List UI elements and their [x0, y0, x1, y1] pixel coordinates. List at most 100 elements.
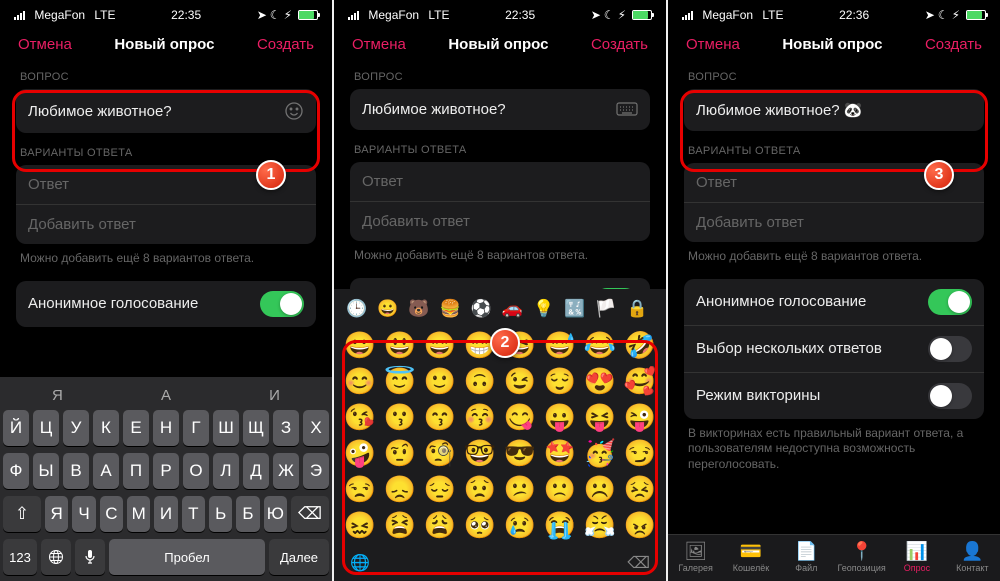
- emoji[interactable]: 😭: [542, 509, 578, 541]
- emoji[interactable]: 😠: [622, 509, 658, 541]
- emoji-icon[interactable]: [284, 101, 304, 121]
- emoji[interactable]: 😢: [502, 509, 538, 541]
- key[interactable]: Ю: [264, 496, 287, 532]
- answer-input[interactable]: Ответ: [350, 162, 650, 202]
- emoji[interactable]: 😍: [582, 365, 618, 397]
- key[interactable]: Б: [236, 496, 259, 532]
- key[interactable]: С: [100, 496, 123, 532]
- emoji[interactable]: 🤩: [542, 437, 578, 469]
- emoji[interactable]: 😔: [422, 473, 458, 505]
- text-keyboard[interactable]: ЯАИ ЙЦУКЕНГШЩЗХ ФЫВАПРОЛДЖЭ ⇧ЯЧСМИТЬБЮ⌫ …: [0, 377, 332, 581]
- emoji[interactable]: 😇: [382, 365, 418, 397]
- emoji[interactable]: 😝: [582, 401, 618, 433]
- emoji[interactable]: 😖: [342, 509, 378, 541]
- key[interactable]: Ц: [33, 410, 59, 446]
- emoji[interactable]: 😏: [622, 437, 658, 469]
- tab-contact[interactable]: 👤Контакт: [945, 541, 1000, 573]
- tab-file[interactable]: 📄Файл: [779, 541, 834, 573]
- question-input[interactable]: Любимое животное?: [16, 89, 316, 133]
- key[interactable]: Ш: [213, 410, 239, 446]
- keyboard-suggestions[interactable]: ЯАИ: [3, 381, 329, 410]
- emoji[interactable]: 😜: [622, 401, 658, 433]
- emoji[interactable]: 😞: [382, 473, 418, 505]
- emoji[interactable]: 🤓: [462, 437, 498, 469]
- create-button[interactable]: Создать: [925, 36, 982, 53]
- emoji[interactable]: 🙂: [422, 365, 458, 397]
- mic-key[interactable]: [75, 539, 105, 575]
- key[interactable]: Ч: [72, 496, 95, 532]
- key[interactable]: Н: [153, 410, 179, 446]
- key[interactable]: П: [123, 453, 149, 489]
- add-answer-button[interactable]: Добавить ответ: [350, 202, 650, 241]
- emoji[interactable]: 😣: [622, 473, 658, 505]
- key[interactable]: Т: [182, 496, 205, 532]
- emoji[interactable]: 😙: [422, 401, 458, 433]
- tab-gallery[interactable]: 🖼Галерея: [668, 541, 723, 573]
- space-key[interactable]: Пробел: [109, 539, 265, 575]
- key[interactable]: Х: [303, 410, 329, 446]
- emoji[interactable]: 🧐: [422, 437, 458, 469]
- question-input[interactable]: Любимое животное?: [350, 89, 650, 130]
- emoji[interactable]: 🥰: [622, 365, 658, 397]
- key[interactable]: Я: [45, 496, 68, 532]
- emoji[interactable]: 😘: [342, 401, 378, 433]
- cancel-button[interactable]: Отмена: [18, 36, 72, 53]
- emoji[interactable]: ☹️: [582, 473, 618, 505]
- key[interactable]: Д: [243, 453, 269, 489]
- emoji[interactable]: 😅: [542, 329, 578, 361]
- question-input[interactable]: Любимое животное? 🐼: [684, 89, 984, 131]
- emoji[interactable]: 😛: [542, 401, 578, 433]
- cancel-button[interactable]: Отмена: [352, 36, 406, 53]
- emoji-categories[interactable]: 🕒😀🐻🍔⚽🚗💡🔣🏳️🔒: [342, 295, 658, 327]
- emoji[interactable]: 😋: [502, 401, 538, 433]
- emoji[interactable]: 😤: [582, 509, 618, 541]
- emoji[interactable]: 😀: [342, 329, 378, 361]
- key[interactable]: Щ: [243, 410, 269, 446]
- emoji[interactable]: 🤣: [622, 329, 658, 361]
- numbers-key[interactable]: 123: [3, 539, 37, 575]
- emoji[interactable]: 😌: [542, 365, 578, 397]
- multi-toggle[interactable]: [928, 336, 972, 362]
- create-button[interactable]: Создать: [257, 36, 314, 53]
- anon-toggle[interactable]: [260, 291, 304, 317]
- key[interactable]: Ь: [209, 496, 232, 532]
- key[interactable]: Г: [183, 410, 209, 446]
- key[interactable]: О: [183, 453, 209, 489]
- emoji[interactable]: 😩: [422, 509, 458, 541]
- emoji[interactable]: 😫: [382, 509, 418, 541]
- cancel-button[interactable]: Отмена: [686, 36, 740, 53]
- emoji-grid[interactable]: 😀😃😄😁😆😅😂🤣😊😇🙂🙃😉😌😍🥰😘😗😙😚😋😛😝😜🤪🤨🧐🤓😎🤩🥳😏😒😞😔😟😕🙁☹️…: [342, 327, 658, 543]
- delete-icon[interactable]: ⌫: [627, 553, 650, 573]
- key[interactable]: Ы: [33, 453, 59, 489]
- quiz-toggle[interactable]: [928, 383, 972, 409]
- emoji[interactable]: 😉: [502, 365, 538, 397]
- key[interactable]: И: [154, 496, 177, 532]
- emoji[interactable]: 😎: [502, 437, 538, 469]
- emoji[interactable]: 🙃: [462, 365, 498, 397]
- emoji[interactable]: 😂: [582, 329, 618, 361]
- create-button[interactable]: Создать: [591, 36, 648, 53]
- key[interactable]: Ф: [3, 453, 29, 489]
- key[interactable]: Э: [303, 453, 329, 489]
- emoji[interactable]: 😊: [342, 365, 378, 397]
- tab-poll[interactable]: 📊Опрос: [889, 541, 944, 573]
- key[interactable]: В: [63, 453, 89, 489]
- emoji[interactable]: 😃: [382, 329, 418, 361]
- key[interactable]: Л: [213, 453, 239, 489]
- backspace-key[interactable]: ⌫: [291, 496, 329, 532]
- globe-icon[interactable]: 🌐: [350, 553, 370, 573]
- tab-wallet[interactable]: 💳Кошелёк: [723, 541, 778, 573]
- emoji[interactable]: 😟: [462, 473, 498, 505]
- keyboard-icon[interactable]: [616, 102, 638, 118]
- add-answer-button[interactable]: Добавить ответ: [684, 203, 984, 242]
- globe-key[interactable]: [41, 539, 71, 575]
- key[interactable]: М: [127, 496, 150, 532]
- emoji[interactable]: 😕: [502, 473, 538, 505]
- emoji[interactable]: 😄: [422, 329, 458, 361]
- key[interactable]: У: [63, 410, 89, 446]
- emoji[interactable]: 🙁: [542, 473, 578, 505]
- key[interactable]: Й: [3, 410, 29, 446]
- tab-geo[interactable]: 📍Геопозиция: [834, 541, 889, 573]
- emoji[interactable]: 😒: [342, 473, 378, 505]
- shift-key[interactable]: ⇧: [3, 496, 41, 532]
